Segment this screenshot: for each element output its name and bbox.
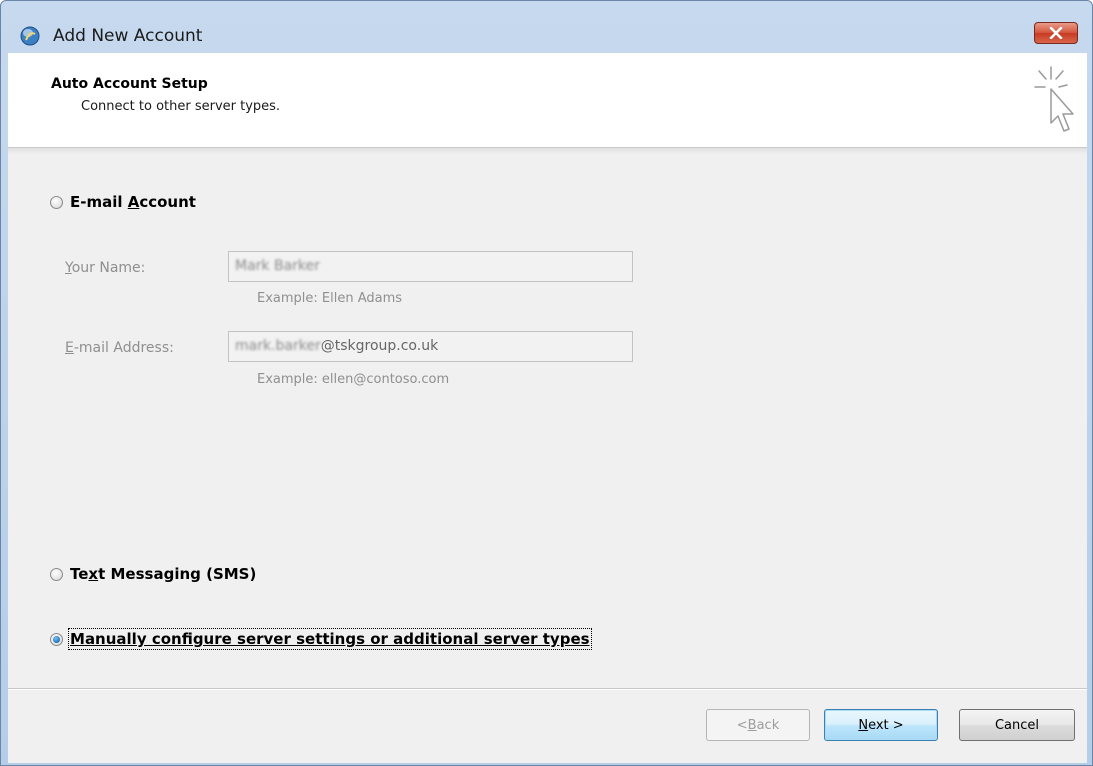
your-name-value: Mark Barker <box>235 258 320 274</box>
window-title: Add New Account <box>53 26 203 46</box>
back-button[interactable]: < Back <box>706 709 810 741</box>
title-bar[interactable]: Add New Account <box>1 1 1092 51</box>
next-button[interactable]: Next > <box>824 709 938 741</box>
wizard-header: Auto Account Setup Connect to other serv… <box>8 53 1087 148</box>
email-account-label[interactable]: E-mail Account <box>70 193 196 211</box>
close-icon <box>1049 27 1063 39</box>
manual-configure-radio[interactable] <box>50 632 63 646</box>
email-address-domain: @tskgroup.co.uk <box>320 338 439 354</box>
header-title: Auto Account Setup <box>51 76 208 92</box>
email-address-label: E-mail Address: <box>65 340 174 356</box>
outlook-account-icon <box>20 26 40 46</box>
email-account-option[interactable]: E-mail Account <box>50 193 196 211</box>
email-address-blurred-part: mark.barker <box>235 338 321 354</box>
manual-configure-option[interactable]: Manually configure server settings or ad… <box>50 628 592 650</box>
cursor-sparkle-icon <box>1034 66 1074 132</box>
your-name-input: Mark Barker <box>228 251 633 282</box>
your-name-label: Your Name: <box>65 260 146 276</box>
header-shadow <box>8 148 1087 154</box>
footer-separator <box>8 688 1087 690</box>
email-address-input: mark.barker@tskgroup.co.uk <box>228 331 633 362</box>
add-new-account-dialog: Add New Account Auto Account Setup Conne… <box>0 0 1093 766</box>
close-button[interactable] <box>1034 22 1078 44</box>
your-name-example: Example: Ellen Adams <box>257 291 403 306</box>
text-messaging-label[interactable]: Text Messaging (SMS) <box>70 565 256 583</box>
email-address-example: Example: ellen@contoso.com <box>257 372 450 387</box>
text-messaging-option[interactable]: Text Messaging (SMS) <box>50 565 256 583</box>
dialog-client-area: Auto Account Setup Connect to other serv… <box>8 53 1087 763</box>
cancel-button[interactable]: Cancel <box>959 709 1075 741</box>
header-subtitle: Connect to other server types. <box>81 99 281 114</box>
text-messaging-radio[interactable] <box>50 567 63 581</box>
email-account-radio[interactable] <box>50 195 63 209</box>
manual-configure-label[interactable]: Manually configure server settings or ad… <box>68 628 592 650</box>
